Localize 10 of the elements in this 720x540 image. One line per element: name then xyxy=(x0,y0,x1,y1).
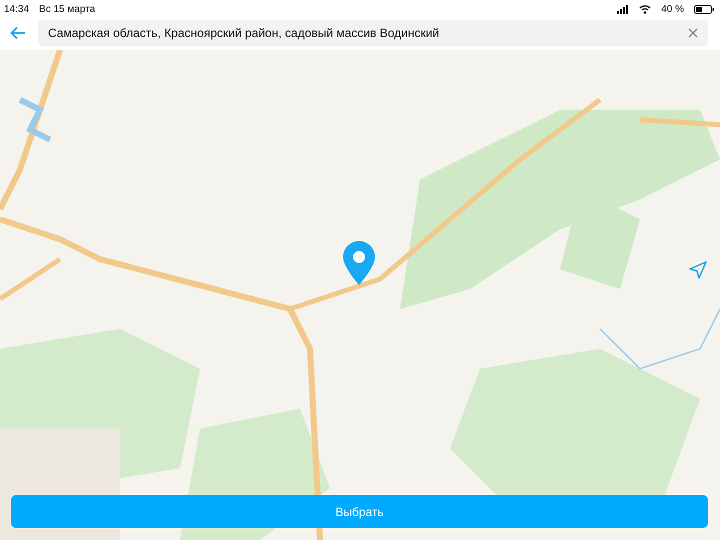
battery-percent: 40 % xyxy=(661,4,684,14)
signal-icon xyxy=(617,4,630,14)
status-time: 14:34 xyxy=(4,4,30,14)
search-field[interactable]: Самарская область, Красноярский район, садовый массив Водинский xyxy=(38,20,708,46)
status-date: Вс 15 марта xyxy=(39,4,96,14)
map-pin-icon xyxy=(342,240,376,286)
location-arrow-icon[interactable] xyxy=(688,260,708,280)
close-icon[interactable] xyxy=(686,26,700,40)
wifi-icon xyxy=(639,4,652,14)
battery-icon xyxy=(694,4,714,14)
